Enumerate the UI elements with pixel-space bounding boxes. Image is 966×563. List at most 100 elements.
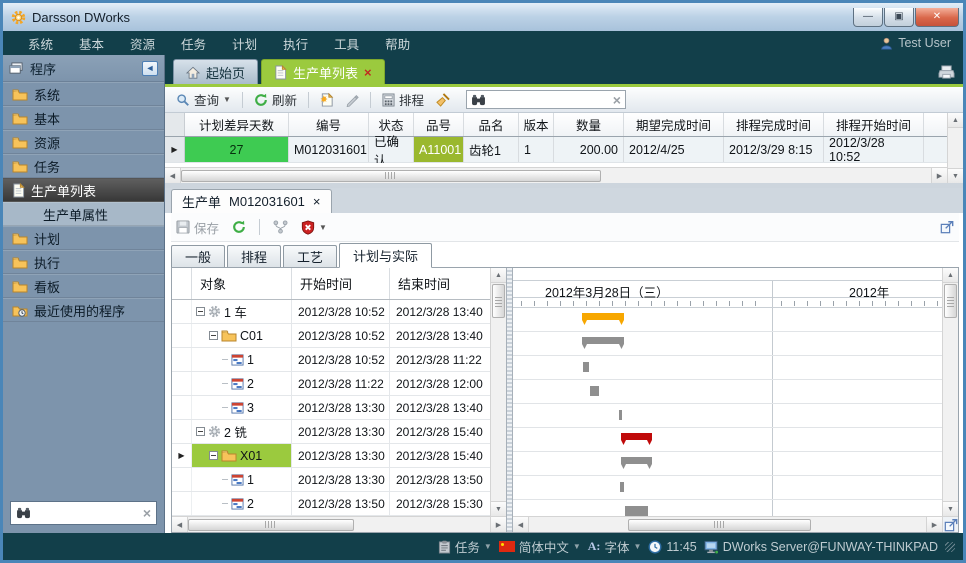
workflow-button[interactable] (270, 218, 291, 236)
sidebar-item-系统[interactable]: 系统 (3, 82, 164, 106)
tab-close-icon[interactable]: × (364, 65, 372, 80)
list-search-input[interactable] (490, 93, 609, 107)
tree-row-1[interactable]: 12012/3/28 13:302012/3/28 13:50 (172, 468, 490, 492)
grid-col-计划差异天数[interactable]: 计划差异天数 (185, 113, 289, 136)
grid-vertical-scrollbar[interactable]: ▲ ▼ (947, 113, 963, 183)
tree-row-1[interactable]: 12012/3/28 10:522012/3/28 11:22 (172, 348, 490, 372)
gantt-bar-summary[interactable] (582, 337, 624, 344)
gantt-horizontal-scrollbar[interactable]: ◀ ▶ (513, 516, 942, 532)
edit-button[interactable] (342, 91, 362, 109)
grid-col-品名[interactable]: 品名 (464, 113, 519, 136)
grid-horizontal-scrollbar[interactable]: ◀ ▶ (165, 167, 947, 183)
save-button[interactable]: 保存 (173, 216, 222, 239)
task-dropdown-icon[interactable]: ▼ (484, 542, 492, 551)
query-dropdown-icon[interactable]: ▼ (223, 95, 231, 104)
gantt-bar-task[interactable] (619, 410, 622, 420)
gantt-bar-summary[interactable] (621, 457, 652, 464)
gantt-expand-button[interactable] (942, 516, 958, 532)
gantt-bar-task[interactable] (583, 362, 589, 372)
tab-production-order-list[interactable]: 生产单列表 × (261, 59, 385, 84)
tree-row-2[interactable]: 22012/3/28 11:222012/3/28 12:00 (172, 372, 490, 396)
sidebar-item-资源[interactable]: 资源 (3, 130, 164, 154)
grid-hscroll-thumb[interactable] (181, 170, 601, 182)
tree-row-3[interactable]: 32012/3/28 13:302012/3/28 13:40 (172, 396, 490, 420)
scroll-right-icon[interactable]: ▶ (931, 168, 947, 183)
tree-expander-icon[interactable] (209, 451, 218, 460)
tree-vscroll-thumb[interactable] (492, 284, 505, 318)
scroll-down-icon[interactable]: ▼ (948, 168, 963, 183)
task-status-button[interactable]: 任务 ▼ (438, 537, 492, 556)
sidebar-item-任务[interactable]: 任务 (3, 154, 164, 178)
sidebar-item-生产单列表[interactable]: 生产单列表 (3, 178, 164, 202)
grid-col-数量[interactable]: 数量 (554, 113, 624, 136)
printer-icon[interactable] (938, 65, 955, 80)
menu-item-计划[interactable]: 计划 (219, 31, 270, 56)
grid-col-期望完成时间[interactable]: 期望完成时间 (624, 113, 724, 136)
scroll-left-icon[interactable]: ◀ (172, 517, 188, 532)
current-user[interactable]: Test User (880, 36, 951, 50)
shield-dropdown-icon[interactable]: ▼ (319, 223, 327, 232)
detail-refresh-button[interactable] (229, 218, 249, 236)
sidebar-item-执行[interactable]: 执行 (3, 250, 164, 274)
menu-item-基本[interactable]: 基本 (66, 31, 117, 56)
grid-col-品号[interactable]: 品号 (414, 113, 464, 136)
font-selector[interactable]: A: 字体 ▼ (588, 537, 642, 556)
menu-item-执行[interactable]: 执行 (270, 31, 321, 56)
vertical-splitter[interactable] (506, 268, 513, 532)
new-button[interactable] (317, 90, 337, 109)
tree-expander-icon[interactable] (196, 427, 205, 436)
gantt-bar-task[interactable] (625, 506, 648, 516)
detail-doc-tab[interactable]: 生产单 M012031601 × (171, 189, 332, 213)
detail-tab-工艺[interactable]: 工艺 (283, 245, 337, 267)
menu-item-任务[interactable]: 任务 (168, 31, 219, 56)
tree-row-2[interactable]: 22012/3/28 13:502012/3/28 15:30 (172, 492, 490, 516)
tree-row-1 车[interactable]: 1 车2012/3/28 10:522012/3/28 13:40 (172, 300, 490, 324)
gantt-bar-summary[interactable] (582, 313, 624, 320)
scroll-left-icon[interactable]: ◀ (513, 517, 529, 532)
detail-tab-一般[interactable]: 一般 (171, 245, 225, 267)
minimize-button[interactable]: — (853, 8, 883, 27)
tree-vertical-scrollbar[interactable]: ▲ ▼ (490, 268, 506, 516)
sidebar-item-最近使用的程序[interactable]: 最近使用的程序 (3, 298, 164, 322)
doc-tab-close-icon[interactable]: × (313, 194, 321, 209)
gantt-vscroll-thumb[interactable] (944, 284, 957, 318)
open-external-button[interactable] (937, 218, 957, 236)
schedule-button[interactable]: 排程 (379, 88, 427, 111)
col-end-time[interactable]: 结束时间 (390, 268, 488, 299)
col-start-time[interactable]: 开始时间 (292, 268, 390, 299)
sidebar-collapse-button[interactable]: ◄ (142, 61, 158, 76)
sidebar-item-计划[interactable]: 计划 (3, 226, 164, 250)
grid-col-版本[interactable]: 版本 (519, 113, 554, 136)
detail-tab-计划与实际[interactable]: 计划与实际 (339, 243, 432, 268)
grid-col-排程完成时间[interactable]: 排程完成时间 (724, 113, 824, 136)
tree-horizontal-scrollbar[interactable]: ◀ ▶ (172, 516, 506, 532)
scroll-up-icon[interactable]: ▲ (943, 268, 958, 283)
scroll-up-icon[interactable]: ▲ (491, 268, 506, 283)
refresh-button[interactable]: 刷新 (251, 88, 300, 111)
menu-item-资源[interactable]: 资源 (117, 31, 168, 56)
menu-item-帮助[interactable]: 帮助 (372, 31, 423, 56)
language-selector[interactable]: 简体中文 ▼ (499, 537, 581, 556)
gantt-bar-task[interactable] (620, 482, 624, 492)
query-button[interactable]: 查询 ▼ (173, 88, 234, 111)
maximize-button[interactable]: ▣ (884, 8, 914, 27)
sidebar-item-生产单属性[interactable]: 生产单属性 (3, 202, 164, 226)
sidebar-search-clear-icon[interactable]: × (143, 505, 151, 521)
detail-tab-排程[interactable]: 排程 (227, 245, 281, 267)
table-row[interactable]: ▶27M012031601已确认A11001齿轮11200.002012/4/2… (165, 137, 947, 163)
sidebar-item-看板[interactable]: 看板 (3, 274, 164, 298)
tab-home[interactable]: 起始页 (173, 59, 258, 84)
sidebar-item-基本[interactable]: 基本 (3, 106, 164, 130)
tree-row-C01[interactable]: C012012/3/28 10:522012/3/28 13:40 (172, 324, 490, 348)
gantt-vertical-scrollbar[interactable]: ▲ ▼ (942, 268, 958, 516)
tree-hscroll-thumb[interactable] (188, 519, 354, 531)
language-dropdown-icon[interactable]: ▼ (573, 542, 581, 551)
tree-row-2 铣[interactable]: 2 铣2012/3/28 13:302012/3/28 15:40 (172, 420, 490, 444)
clean-button[interactable] (432, 91, 453, 109)
col-object[interactable]: 对象 (192, 268, 292, 299)
grid-col-排程开始时间[interactable]: 排程开始时间 (824, 113, 924, 136)
scroll-left-icon[interactable]: ◀ (165, 168, 181, 183)
scroll-right-icon[interactable]: ▶ (490, 517, 506, 532)
tree-row-X01[interactable]: ▶X012012/3/28 13:302012/3/28 15:40 (172, 444, 490, 468)
close-button[interactable]: ✕ (915, 8, 959, 27)
